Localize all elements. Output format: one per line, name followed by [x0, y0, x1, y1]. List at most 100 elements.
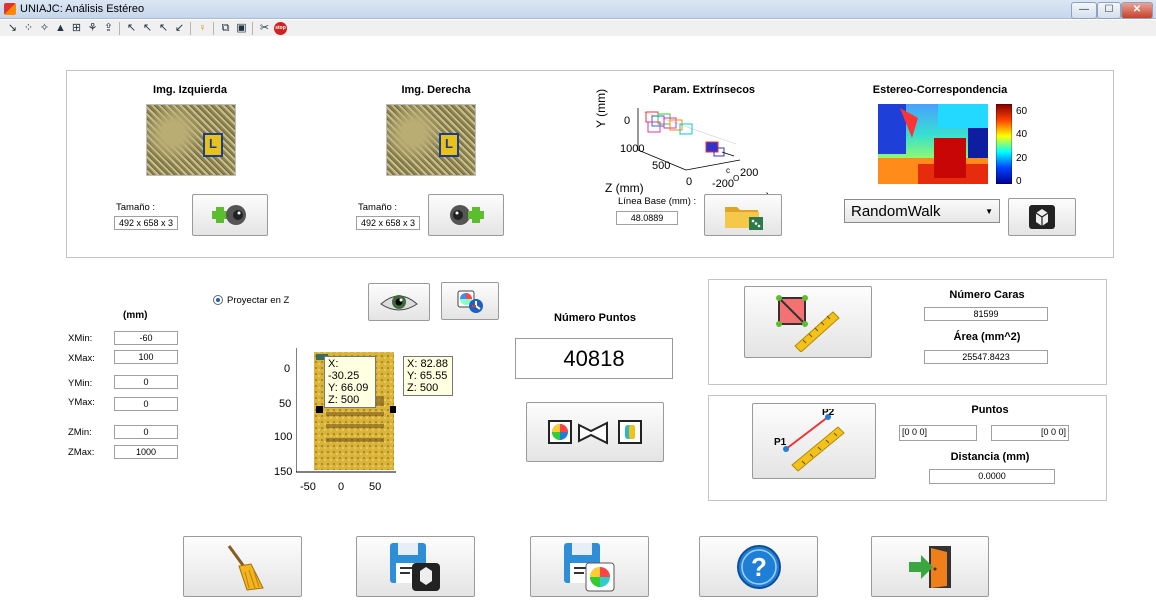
extrinsic-zlabel: Z (mm) [605, 181, 644, 195]
measure-distance-button[interactable]: P1 P2 [752, 403, 876, 479]
extrinsic-tick-o: O [733, 174, 740, 183]
upload-icon[interactable]: ⇪ [102, 22, 115, 35]
points-count-display: 40818 [515, 338, 673, 379]
datatip-2[interactable]: X: 82.88 Y: 65.55 Z: 500 [403, 356, 453, 396]
project-z-label: Proyectar en Z [227, 295, 290, 306]
save-cloud-button[interactable] [530, 536, 649, 597]
cloud-xtick-m50: -50 [300, 481, 316, 493]
eye-icon [380, 295, 418, 311]
colorbar-tick-60: 60 [1016, 106, 1028, 117]
palette-icon [457, 290, 483, 313]
datatip-1-x: X: -30.25 [328, 358, 360, 382]
colorbar [996, 104, 1012, 184]
toolbar-separator [252, 22, 253, 35]
cursor-c-icon[interactable]: ↖ [157, 22, 170, 35]
extrinsic-3d-plot [637, 108, 741, 171]
baseline-field: 48.0889 [616, 211, 678, 225]
exit-button[interactable] [871, 536, 989, 597]
toolbar-separator [190, 22, 191, 35]
chevron-down-icon: ▼ [985, 206, 993, 216]
cloud-xtick-50: 50 [369, 481, 382, 493]
camera-add-icon [212, 205, 246, 225]
load-right-image-button[interactable] [428, 194, 504, 236]
zmax-input[interactable]: 1000 [114, 445, 178, 459]
grid-icon[interactable]: ⊞ [70, 22, 83, 35]
ymin-input[interactable]: 0 [114, 375, 178, 389]
save-mesh-icon [389, 542, 440, 591]
matlab-icon [4, 3, 16, 15]
save-mesh-button[interactable] [356, 536, 475, 597]
ymax-label: YMax: [68, 397, 95, 408]
help-button[interactable]: ? [699, 536, 818, 597]
toolbar-separator [213, 22, 214, 35]
measure-mesh-button[interactable] [744, 286, 872, 358]
left-image-preview: L [146, 104, 236, 176]
stop-icon[interactable]: stop [274, 22, 287, 35]
generate-mesh-button[interactable] [526, 402, 664, 462]
cloud-ytick-50: 50 [279, 398, 292, 410]
algorithm-select-value: RandomWalk [851, 202, 941, 220]
title-bar: UNIAJC: Análisis Estéreo — ☐ ✕ [0, 0, 1156, 19]
draw-line-icon[interactable]: ↘ [6, 22, 19, 35]
color-settings-button[interactable] [441, 282, 499, 320]
cursor-b-icon[interactable]: ↖ [141, 22, 154, 35]
datatip-2-y: Y: 65.55 [407, 370, 448, 382]
p1-field: [0 0 0] [899, 425, 977, 441]
points-icon[interactable]: ⁘ [22, 22, 35, 35]
xmax-input[interactable]: 100 [114, 350, 178, 364]
datatip-1[interactable]: X: -30.25 Y: 66.09 Z: 500 [324, 356, 376, 408]
load-calibration-button[interactable] [704, 194, 782, 236]
points-title: Número Puntos [554, 312, 636, 324]
distance-title: Distancia (mm) [950, 451, 1030, 463]
svg-text:?: ? [751, 552, 767, 582]
scissors-icon[interactable]: ✂ [258, 22, 271, 35]
stereo-title: Estereo-Correspondencia [872, 84, 1008, 96]
p2-field: [0 0 0] [991, 425, 1069, 441]
cursor-d-icon[interactable]: ↙ [173, 22, 186, 35]
p2-label: P2 [822, 409, 835, 418]
clear-button[interactable] [183, 536, 302, 597]
toolbar: ↘ ⁘ ✧ ▲ ⊞ ⚘ ⇪ ↖ ↖ ↖ ↙ ♀ ⧉ ▣ ✂ stop [0, 20, 1156, 36]
triangle-icon[interactable]: ▲ [54, 22, 67, 35]
bulb-icon[interactable]: ♀ [196, 22, 209, 35]
help-icon: ? [736, 544, 781, 589]
view-3d-button[interactable] [368, 283, 430, 321]
colorbar-tick-0: 0 [1016, 176, 1022, 187]
frame-icon[interactable]: ▣ [235, 22, 248, 35]
datatip-1-y: Y: 66.09 [328, 382, 369, 394]
algorithm-select[interactable]: RandomWalk ▼ [844, 199, 1000, 223]
extrinsic-ylabel: Y (mm) [594, 88, 608, 128]
extrinsic-tick-z0: 0 [686, 176, 693, 188]
distance-ruler-icon: P1 P2 [774, 409, 845, 472]
right-image-preview: L [386, 104, 476, 176]
load-left-image-button[interactable] [192, 194, 268, 236]
xmin-input[interactable]: -60 [114, 331, 178, 345]
cube-icon[interactable]: ⧉ [219, 22, 232, 35]
colorbar-tick-40: 40 [1016, 129, 1028, 140]
faces-field: 81599 [924, 307, 1048, 321]
compute-disparity-button[interactable] [1008, 198, 1076, 236]
extrinsic-tick-y0: 0 [624, 115, 631, 127]
cloud-xtick-0: 0 [338, 481, 345, 493]
tool-icon[interactable]: ✧ [38, 22, 51, 35]
right-image-title: Img. Derecha [401, 84, 471, 96]
zmin-input[interactable]: 0 [114, 425, 178, 439]
extrinsic-tick-xm200: -200 [712, 178, 735, 190]
toolbar-separator [119, 22, 120, 35]
close-button[interactable]: ✕ [1121, 2, 1153, 19]
minimize-button[interactable]: — [1071, 2, 1097, 19]
ymax-input[interactable]: 0 [114, 397, 178, 411]
save-cloud-icon [563, 542, 614, 591]
datatip-1-z: Z: 500 [328, 394, 360, 406]
left-size-label: Tamaño : [116, 202, 156, 213]
project-z-radio[interactable] [213, 295, 223, 305]
distance-field: 0.0000 [929, 469, 1055, 484]
extrinsic-title: Param. Extrínsecos [652, 84, 756, 96]
right-size-field: 492 x 658 x 3 [356, 216, 420, 230]
cursor-a-icon[interactable]: ↖ [125, 22, 138, 35]
cube-3d-icon [1029, 205, 1055, 229]
area-field: 25547.8423 [924, 350, 1048, 364]
book-image: L [439, 133, 459, 157]
maximize-button[interactable]: ☐ [1097, 2, 1121, 19]
network-icon[interactable]: ⚘ [86, 22, 99, 35]
